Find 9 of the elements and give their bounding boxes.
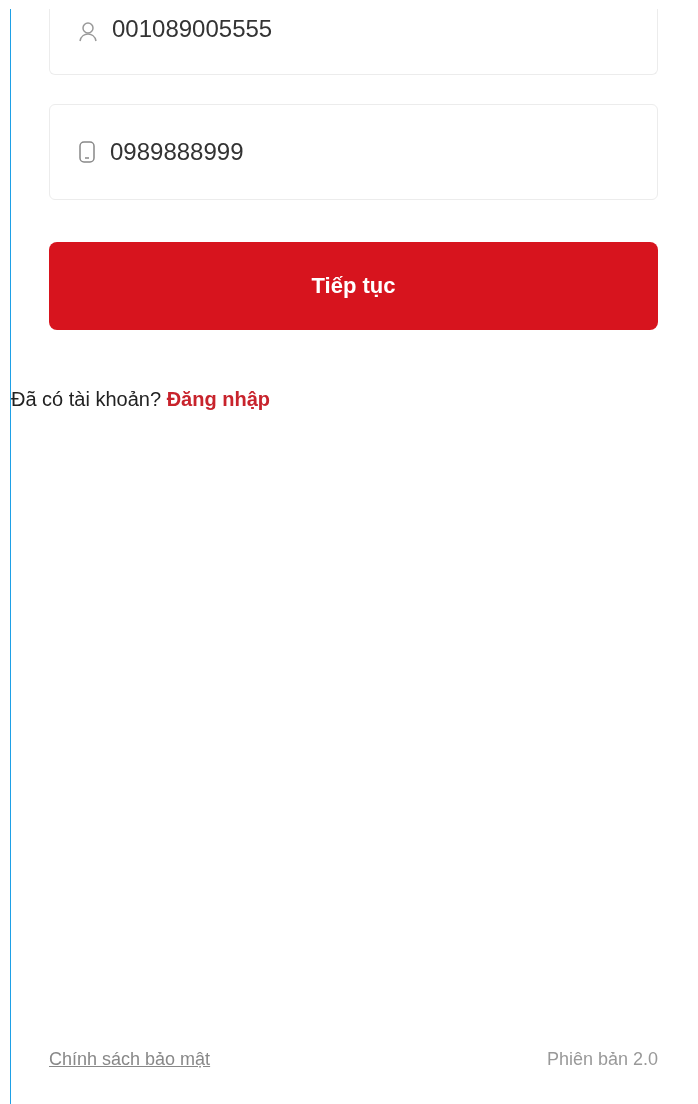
phone-icon	[78, 140, 96, 164]
input-field[interactable]: 0989888999	[49, 104, 658, 200]
privacy-policy-link[interactable]: Chính sách bảo mật	[49, 1049, 211, 1070]
version-label: Phiên bản 2.0	[546, 1049, 658, 1070]
login-prompt: Đã có tài khoản? Đăng nhập	[11, 388, 271, 411]
continue-button[interactable]: Tiếp tục	[49, 242, 658, 330]
input-field[interactable]: 001089005555	[49, 9, 658, 75]
login-link[interactable]: Đăng nhập	[166, 388, 270, 410]
user-icon	[78, 21, 98, 43]
